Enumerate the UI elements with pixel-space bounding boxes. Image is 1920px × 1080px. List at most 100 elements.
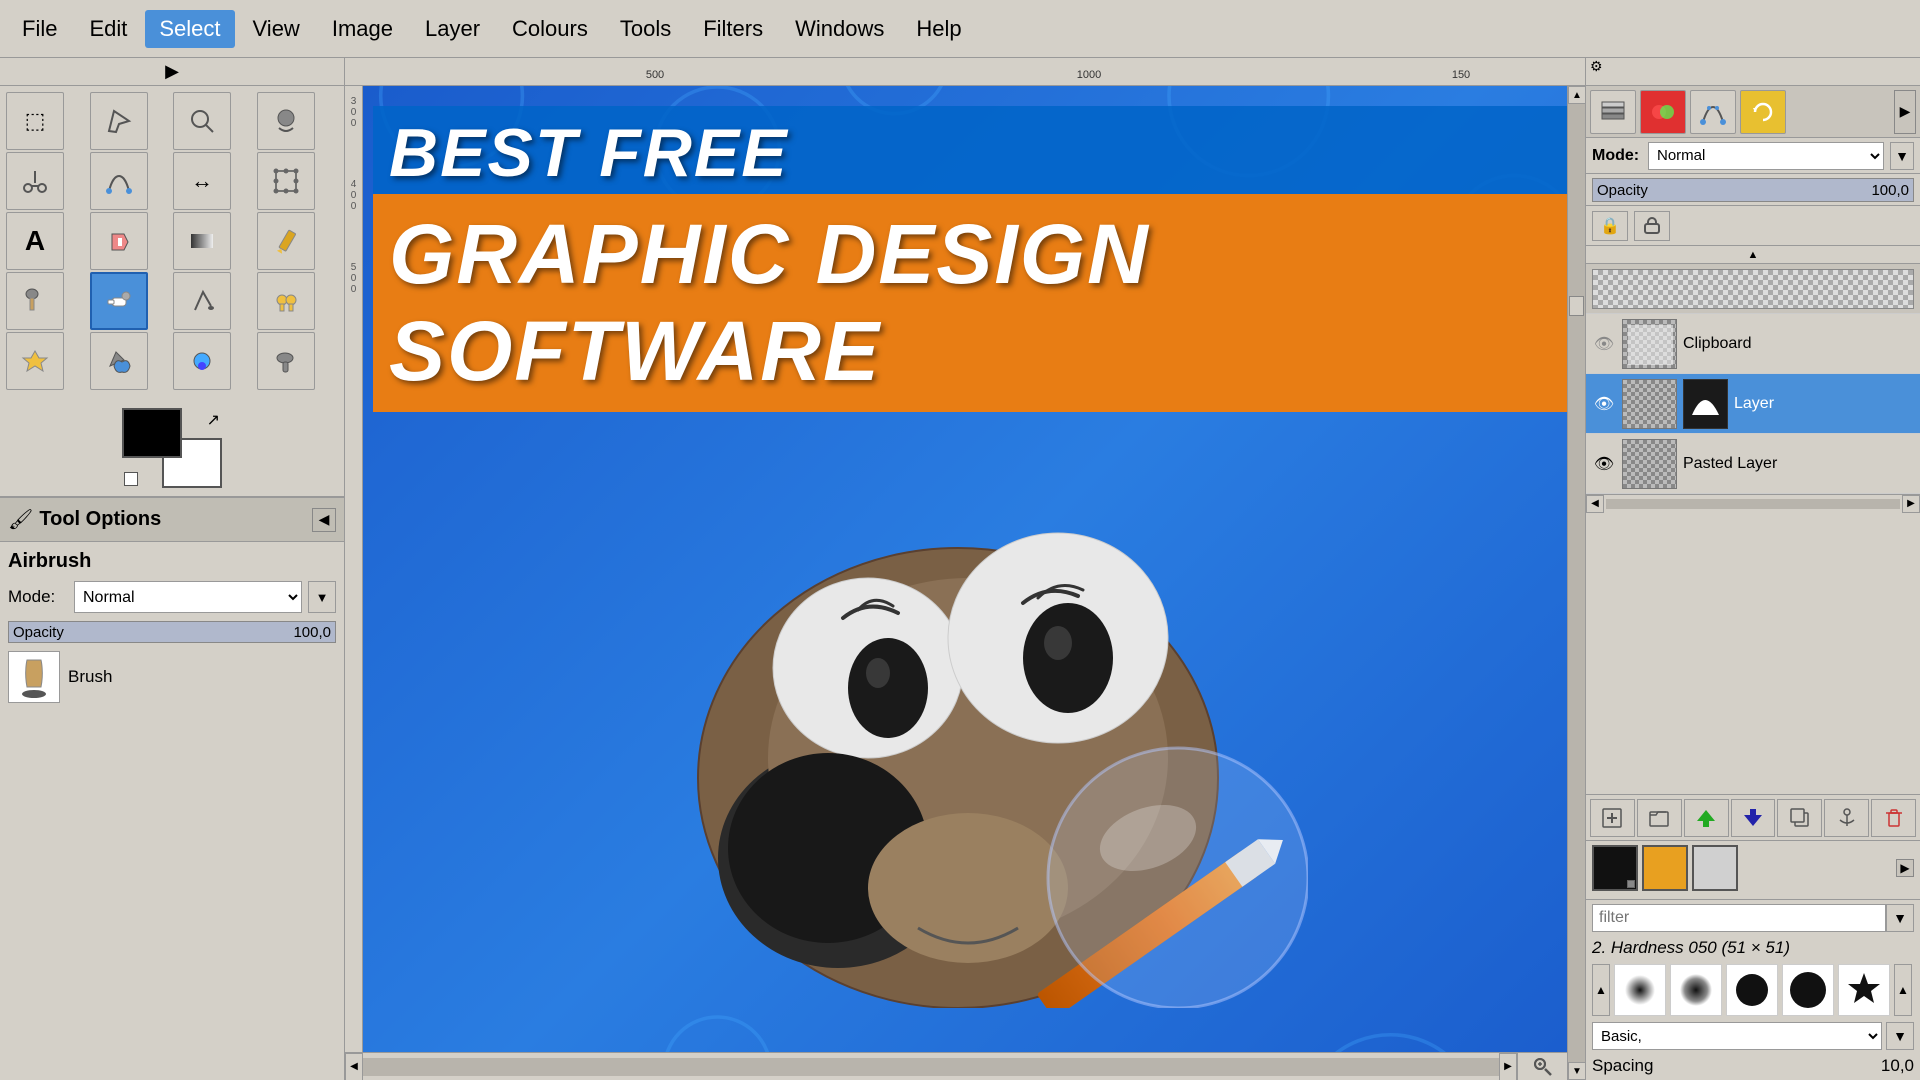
layers-hscroll-track[interactable] <box>1606 499 1900 509</box>
lower-layer-button[interactable] <box>1731 799 1776 837</box>
menu-file[interactable]: File <box>8 10 71 48</box>
palette-fg-color[interactable] <box>1592 845 1638 891</box>
filter-dropdown-button[interactable]: ▼ <box>1886 904 1914 932</box>
brush-preset-5[interactable] <box>1838 964 1890 1016</box>
airbrush-label: Airbrush <box>8 550 336 573</box>
anchor-layer-button[interactable] <box>1824 799 1869 837</box>
undo-history-icon[interactable] <box>1740 90 1786 134</box>
ink-tool[interactable] <box>173 272 231 330</box>
layers-scroll-right[interactable]: ▶ <box>1902 495 1920 513</box>
transform-tool[interactable] <box>257 152 315 210</box>
layer-eye-pasted[interactable]: 👁 <box>1592 452 1616 476</box>
layer-eye-main[interactable]: 👁 <box>1592 392 1616 416</box>
layers-scroll-up[interactable]: ▲ <box>1586 246 1920 264</box>
list-item[interactable]: 👁 Clipboard <box>1586 314 1920 374</box>
menu-edit[interactable]: Edit <box>75 10 141 48</box>
tool-options-title: Tool Options <box>39 508 161 531</box>
canvas-area[interactable]: 300 400 500 <box>345 86 1585 1080</box>
delete-layer-button[interactable] <box>1871 799 1916 837</box>
layers-icon[interactable] <box>1590 90 1636 134</box>
right-panel-collapse[interactable]: ▶ <box>1894 90 1916 134</box>
layer-lock-alpha-icon[interactable] <box>1634 211 1670 241</box>
layers-mode-dropdown[interactable]: ▼ <box>1890 142 1914 170</box>
raise-layer-button[interactable] <box>1684 799 1729 837</box>
blend-tool[interactable] <box>173 332 231 390</box>
paintbrush-tool[interactable] <box>6 272 64 330</box>
reset-colors-icon[interactable] <box>124 472 138 486</box>
scroll-right-button[interactable]: ▶ <box>1499 1053 1517 1080</box>
scroll-thumb-vertical[interactable] <box>1569 296 1584 316</box>
mode-option-select[interactable]: Normal <box>74 581 302 613</box>
menu-windows[interactable]: Windows <box>781 10 898 48</box>
brush-preset-4[interactable] <box>1782 964 1834 1016</box>
menu-colours[interactable]: Colours <box>498 10 602 48</box>
text-tool[interactable]: A <box>6 212 64 270</box>
swap-colors-icon[interactable]: ↗ <box>207 410 220 430</box>
layer-name-clipboard: Clipboard <box>1683 335 1914 353</box>
canvas-vertical-scrollbar[interactable]: ▲ ▼ <box>1567 86 1585 1080</box>
menu-view[interactable]: View <box>239 10 314 48</box>
menu-image[interactable]: Image <box>318 10 407 48</box>
new-layer-button[interactable] <box>1590 799 1635 837</box>
brush-filter-input[interactable] <box>1592 904 1886 932</box>
layers-scroll-left[interactable]: ◀ <box>1586 495 1604 513</box>
smudge-tool[interactable] <box>257 332 315 390</box>
heal-tool[interactable] <box>6 332 64 390</box>
menu-help[interactable]: Help <box>902 10 975 48</box>
spacing-label: Spacing <box>1592 1056 1653 1076</box>
palette-swatch-gray[interactable] <box>1692 845 1738 891</box>
select-fuzzy-tool[interactable] <box>173 92 231 150</box>
menu-select[interactable]: Select <box>145 10 234 48</box>
scroll-left-button[interactable]: ◀ <box>345 1053 363 1080</box>
scroll-track-vertical[interactable] <box>1568 104 1585 1062</box>
scroll-track-horizontal[interactable] <box>363 1058 1499 1076</box>
mode-dropdown-arrow[interactable]: ▼ <box>308 581 336 613</box>
layers-opacity-slider[interactable]: Opacity 100,0 <box>1592 178 1914 202</box>
channels-icon[interactable] <box>1640 90 1686 134</box>
menu-tools[interactable]: Tools <box>606 10 685 48</box>
scroll-down-button[interactable]: ▼ <box>1568 1062 1585 1080</box>
brush-category-select[interactable]: Basic, <box>1592 1022 1882 1050</box>
brush-presets-scroll-up[interactable]: ▲ <box>1592 964 1610 1016</box>
duplicate-layer-button[interactable] <box>1777 799 1822 837</box>
list-item[interactable]: 👁 Layer <box>1586 374 1920 434</box>
list-item[interactable] <box>1586 264 1920 314</box>
airbrush-tool[interactable] <box>90 272 148 330</box>
clone-tool[interactable] <box>257 272 315 330</box>
fill-tool[interactable] <box>90 212 148 270</box>
new-layer-group-button[interactable] <box>1637 799 1682 837</box>
select-free-tool[interactable] <box>90 92 148 150</box>
palette-swatch-orange[interactable] <box>1642 845 1688 891</box>
brush-preset-1[interactable] <box>1614 964 1666 1016</box>
flip-tool[interactable]: ↔ <box>173 152 231 210</box>
brush-presets-scroll-down[interactable]: ▲ <box>1894 964 1912 1016</box>
paths-tool[interactable] <box>90 152 148 210</box>
zoom-button[interactable] <box>1517 1053 1567 1080</box>
select-rect-tool[interactable]: ⬚ <box>6 92 64 150</box>
brush-preset-3[interactable] <box>1726 964 1778 1016</box>
brush-preset-2[interactable] <box>1670 964 1722 1016</box>
menu-filters[interactable]: Filters <box>689 10 777 48</box>
gradient-tool[interactable] <box>173 212 231 270</box>
layers-hscroll[interactable]: ◀ ▶ <box>1586 494 1920 512</box>
canvas-content[interactable]: BEST FREE GRAPHIC DESIGN SOFTWARE <box>363 86 1585 1080</box>
paths-panel-icon[interactable] <box>1690 90 1736 134</box>
scroll-up-button[interactable]: ▲ <box>1568 86 1585 104</box>
layer-eye-clipboard[interactable]: 👁 <box>1592 332 1616 356</box>
opacity-slider[interactable]: Opacity 100,0 <box>8 621 336 643</box>
layers-section[interactable]: ▲ 👁 Clipboard 👁 Layer <box>1586 246 1920 795</box>
brush-hardness-label: 2. Hardness 050 (51 × 51) <box>1592 938 1914 958</box>
scissors-tool[interactable] <box>6 152 64 210</box>
list-item[interactable]: 👁 Pasted Layer <box>1586 434 1920 494</box>
foreground-color-swatch[interactable] <box>122 408 182 458</box>
layer-lock-icon[interactable]: 🔒 <box>1592 211 1628 241</box>
brush-category-dropdown[interactable]: ▼ <box>1886 1022 1914 1050</box>
palette-options-icon[interactable]: ▶ <box>1896 859 1914 877</box>
bucket-fill-tool[interactable] <box>90 332 148 390</box>
pencil-tool[interactable] <box>257 212 315 270</box>
layers-opacity-row: Opacity 100,0 <box>1586 174 1920 206</box>
menu-layer[interactable]: Layer <box>411 10 494 48</box>
tool-options-collapse[interactable]: ◀ <box>312 508 336 532</box>
layers-mode-select[interactable]: Normal <box>1648 142 1884 170</box>
select-color-tool[interactable] <box>257 92 315 150</box>
